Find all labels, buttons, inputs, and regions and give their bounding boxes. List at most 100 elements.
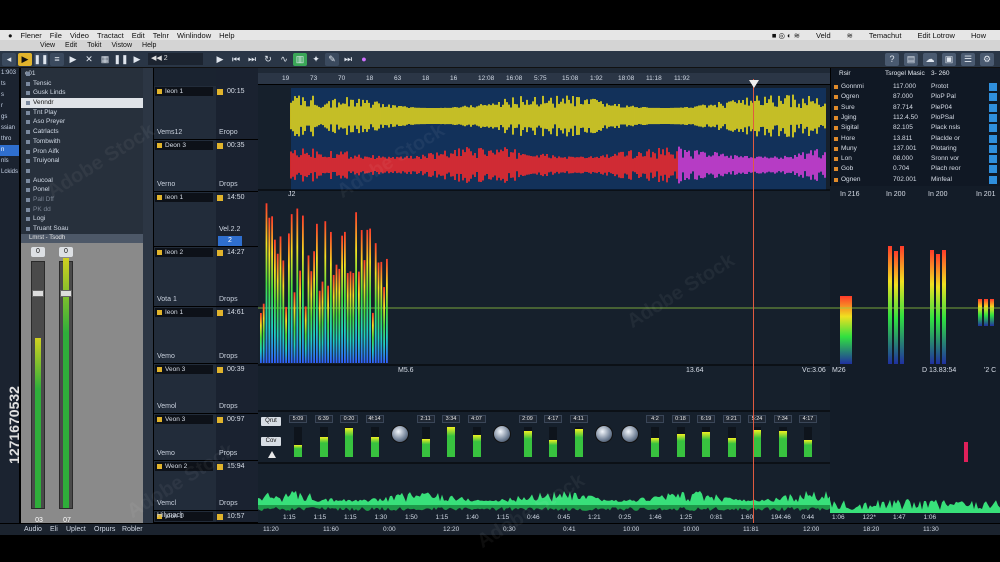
browser-item[interactable]: nls [0, 156, 19, 167]
timeline-ruler[interactable]: 19 73 70 18 63 18 16 12:08 16:08 5:75 15:08 1:92 18:… [258, 73, 830, 85]
mac-menu-item[interactable]: Telnr [153, 31, 169, 40]
fader-knob[interactable] [60, 290, 72, 297]
velocity-box[interactable]: 2 [218, 236, 242, 246]
tree-item[interactable]: Aso Preyer [21, 117, 143, 127]
browser-item[interactable]: ts [0, 79, 19, 90]
panel-icon[interactable]: ▣ [942, 52, 956, 66]
status-item[interactable]: Temachut [869, 31, 902, 40]
row-toggle[interactable] [989, 134, 997, 143]
skip-back-icon[interactable]: ⏮ [229, 53, 243, 66]
play-alt-icon[interactable]: ▶ [130, 53, 144, 66]
row-toggle[interactable] [989, 155, 997, 164]
play-small-icon[interactable]: ▶ [66, 53, 80, 66]
next-icon[interactable]: ⏭ [341, 53, 355, 66]
tree-item[interactable] [21, 166, 143, 176]
mac-menu-item[interactable]: Help [219, 31, 234, 40]
mac-menu-item[interactable]: File [50, 31, 62, 40]
pause-small-icon[interactable]: ❚❚ [113, 53, 128, 66]
row-toggle[interactable] [989, 165, 997, 174]
track-name[interactable]: Deon 3 [155, 141, 213, 150]
browser-item[interactable]: thro [0, 134, 19, 145]
lane-label[interactable]: 15:94 Drops [216, 461, 258, 511]
table-row[interactable]: Gonnmi 117.000 Protot [831, 82, 1000, 92]
browser-item[interactable]: gs [0, 112, 19, 123]
bottom-tab[interactable]: Audio [24, 526, 42, 533]
tree-item[interactable]: Pron Aifk [21, 147, 143, 157]
row-toggle[interactable] [989, 175, 997, 184]
app-menu-item[interactable]: Vistow [112, 42, 133, 49]
tree-item[interactable]: PK dd [21, 205, 143, 215]
cloud-icon[interactable]: ☁ [923, 52, 937, 66]
mac-menu-item[interactable]: Edit [132, 31, 145, 40]
pan-knob-icon[interactable] [595, 425, 613, 443]
lane-label[interactable]: 10:57 [216, 511, 258, 523]
help-icon[interactable]: ? [885, 52, 899, 66]
lane-label[interactable]: 00:97 Props [216, 414, 258, 461]
channel-strip[interactable]: 2:11 [416, 415, 435, 461]
channel-strip[interactable] [595, 415, 613, 461]
playhead[interactable] [753, 79, 754, 523]
table-row[interactable]: Sure 87.714 PleP04 [831, 103, 1000, 113]
channel-strip[interactable]: 4:11 [569, 415, 588, 461]
status-item[interactable]: Edit Lotrow [917, 31, 955, 40]
channel-strip[interactable]: 4:2 [646, 415, 664, 461]
row-toggle[interactable] [989, 144, 997, 153]
channel-strip[interactable]: 6:39 [314, 415, 333, 461]
tree-item[interactable]: Truiyonal [21, 156, 143, 166]
bottom-tab[interactable]: Orpurs [94, 526, 115, 533]
track-name[interactable]: Ieon 1 [155, 308, 213, 317]
channel-strip[interactable]: 6:19 [697, 415, 715, 461]
play-next-icon[interactable]: ▶ [213, 53, 227, 66]
browser-item[interactable]: n [0, 145, 19, 156]
channel-strip[interactable]: 4:17 [799, 415, 817, 461]
menu-icon[interactable]: ≡ [50, 52, 64, 66]
channel-strip[interactable] [391, 415, 409, 461]
row-toggle[interactable] [989, 124, 997, 133]
play-icon[interactable]: ▶ [18, 52, 32, 66]
channel-strip[interactable]: 5:09 [289, 415, 307, 461]
pause-icon[interactable]: ❚❚ [33, 52, 49, 66]
back-icon[interactable]: ◂ [2, 52, 16, 66]
status-item[interactable]: Veld [816, 31, 831, 40]
app-menu-item[interactable]: Tokit [87, 42, 101, 49]
browser-item[interactable]: 1:903 [0, 68, 19, 79]
app-menu-item[interactable]: Help [142, 42, 156, 49]
fader-track[interactable]: 03 [31, 261, 45, 524]
channel-strip[interactable]: 5:24 [748, 415, 766, 461]
lane-label[interactable]: 14:27 Drops [216, 247, 258, 307]
pan-knob-icon[interactable] [620, 425, 639, 443]
status-item[interactable]: How [971, 31, 986, 40]
settings-icon[interactable]: ⚙ [980, 52, 994, 66]
skip-forward-icon[interactable]: ⏭ [245, 53, 259, 66]
table-row[interactable]: Hore 13.811 Placlde or [831, 134, 1000, 144]
mac-menu-item[interactable]: Flener [21, 31, 42, 40]
cov-button[interactable]: Cov [261, 437, 281, 446]
status-icon[interactable]: ■ ◎ ◐ ≋ [772, 31, 800, 40]
app-menu-item[interactable]: View [40, 42, 55, 49]
tree-item[interactable]: Aucoal [21, 176, 143, 186]
browser-item[interactable]: Lckids [0, 167, 19, 178]
shuffle-icon[interactable]: ✕ [82, 53, 96, 66]
browser-item[interactable]: s [0, 90, 19, 101]
fader-button[interactable]: 0 [59, 247, 73, 257]
tempo-select[interactable]: ◀◀ 2 [148, 53, 203, 65]
browser-item[interactable]: r [0, 101, 19, 112]
channel-strip[interactable] [620, 415, 639, 461]
lane-label[interactable]: 00:39 Drops [216, 364, 258, 414]
track-name[interactable]: Veon 3 [155, 365, 213, 374]
grid-icon[interactable]: ▦ [98, 53, 112, 66]
app-menu-item[interactable]: Edit [65, 42, 77, 49]
lane-label[interactable]: 00:15 Eropo [216, 86, 258, 140]
wave-icon[interactable]: ∿ [277, 53, 291, 66]
lane-label[interactable]: 00:35 Drops [216, 140, 258, 192]
wifi-icon[interactable]: ≋ [847, 31, 853, 40]
mac-menu-item[interactable]: Tractact [97, 31, 124, 40]
channel-strip[interactable]: 4:07 [467, 415, 486, 461]
track-name[interactable]: Weon 2 [155, 462, 213, 471]
channel-strip[interactable]: 2:09 [518, 415, 537, 461]
fader-button[interactable]: 0 [31, 247, 45, 257]
table-row[interactable]: Muny 137.001 Plotaring [831, 144, 1000, 154]
row-toggle[interactable] [989, 103, 997, 112]
tree-item[interactable]: Tombwith [21, 137, 143, 147]
table-row[interactable]: Ogren 87.000 PloP Pal [831, 92, 1000, 102]
